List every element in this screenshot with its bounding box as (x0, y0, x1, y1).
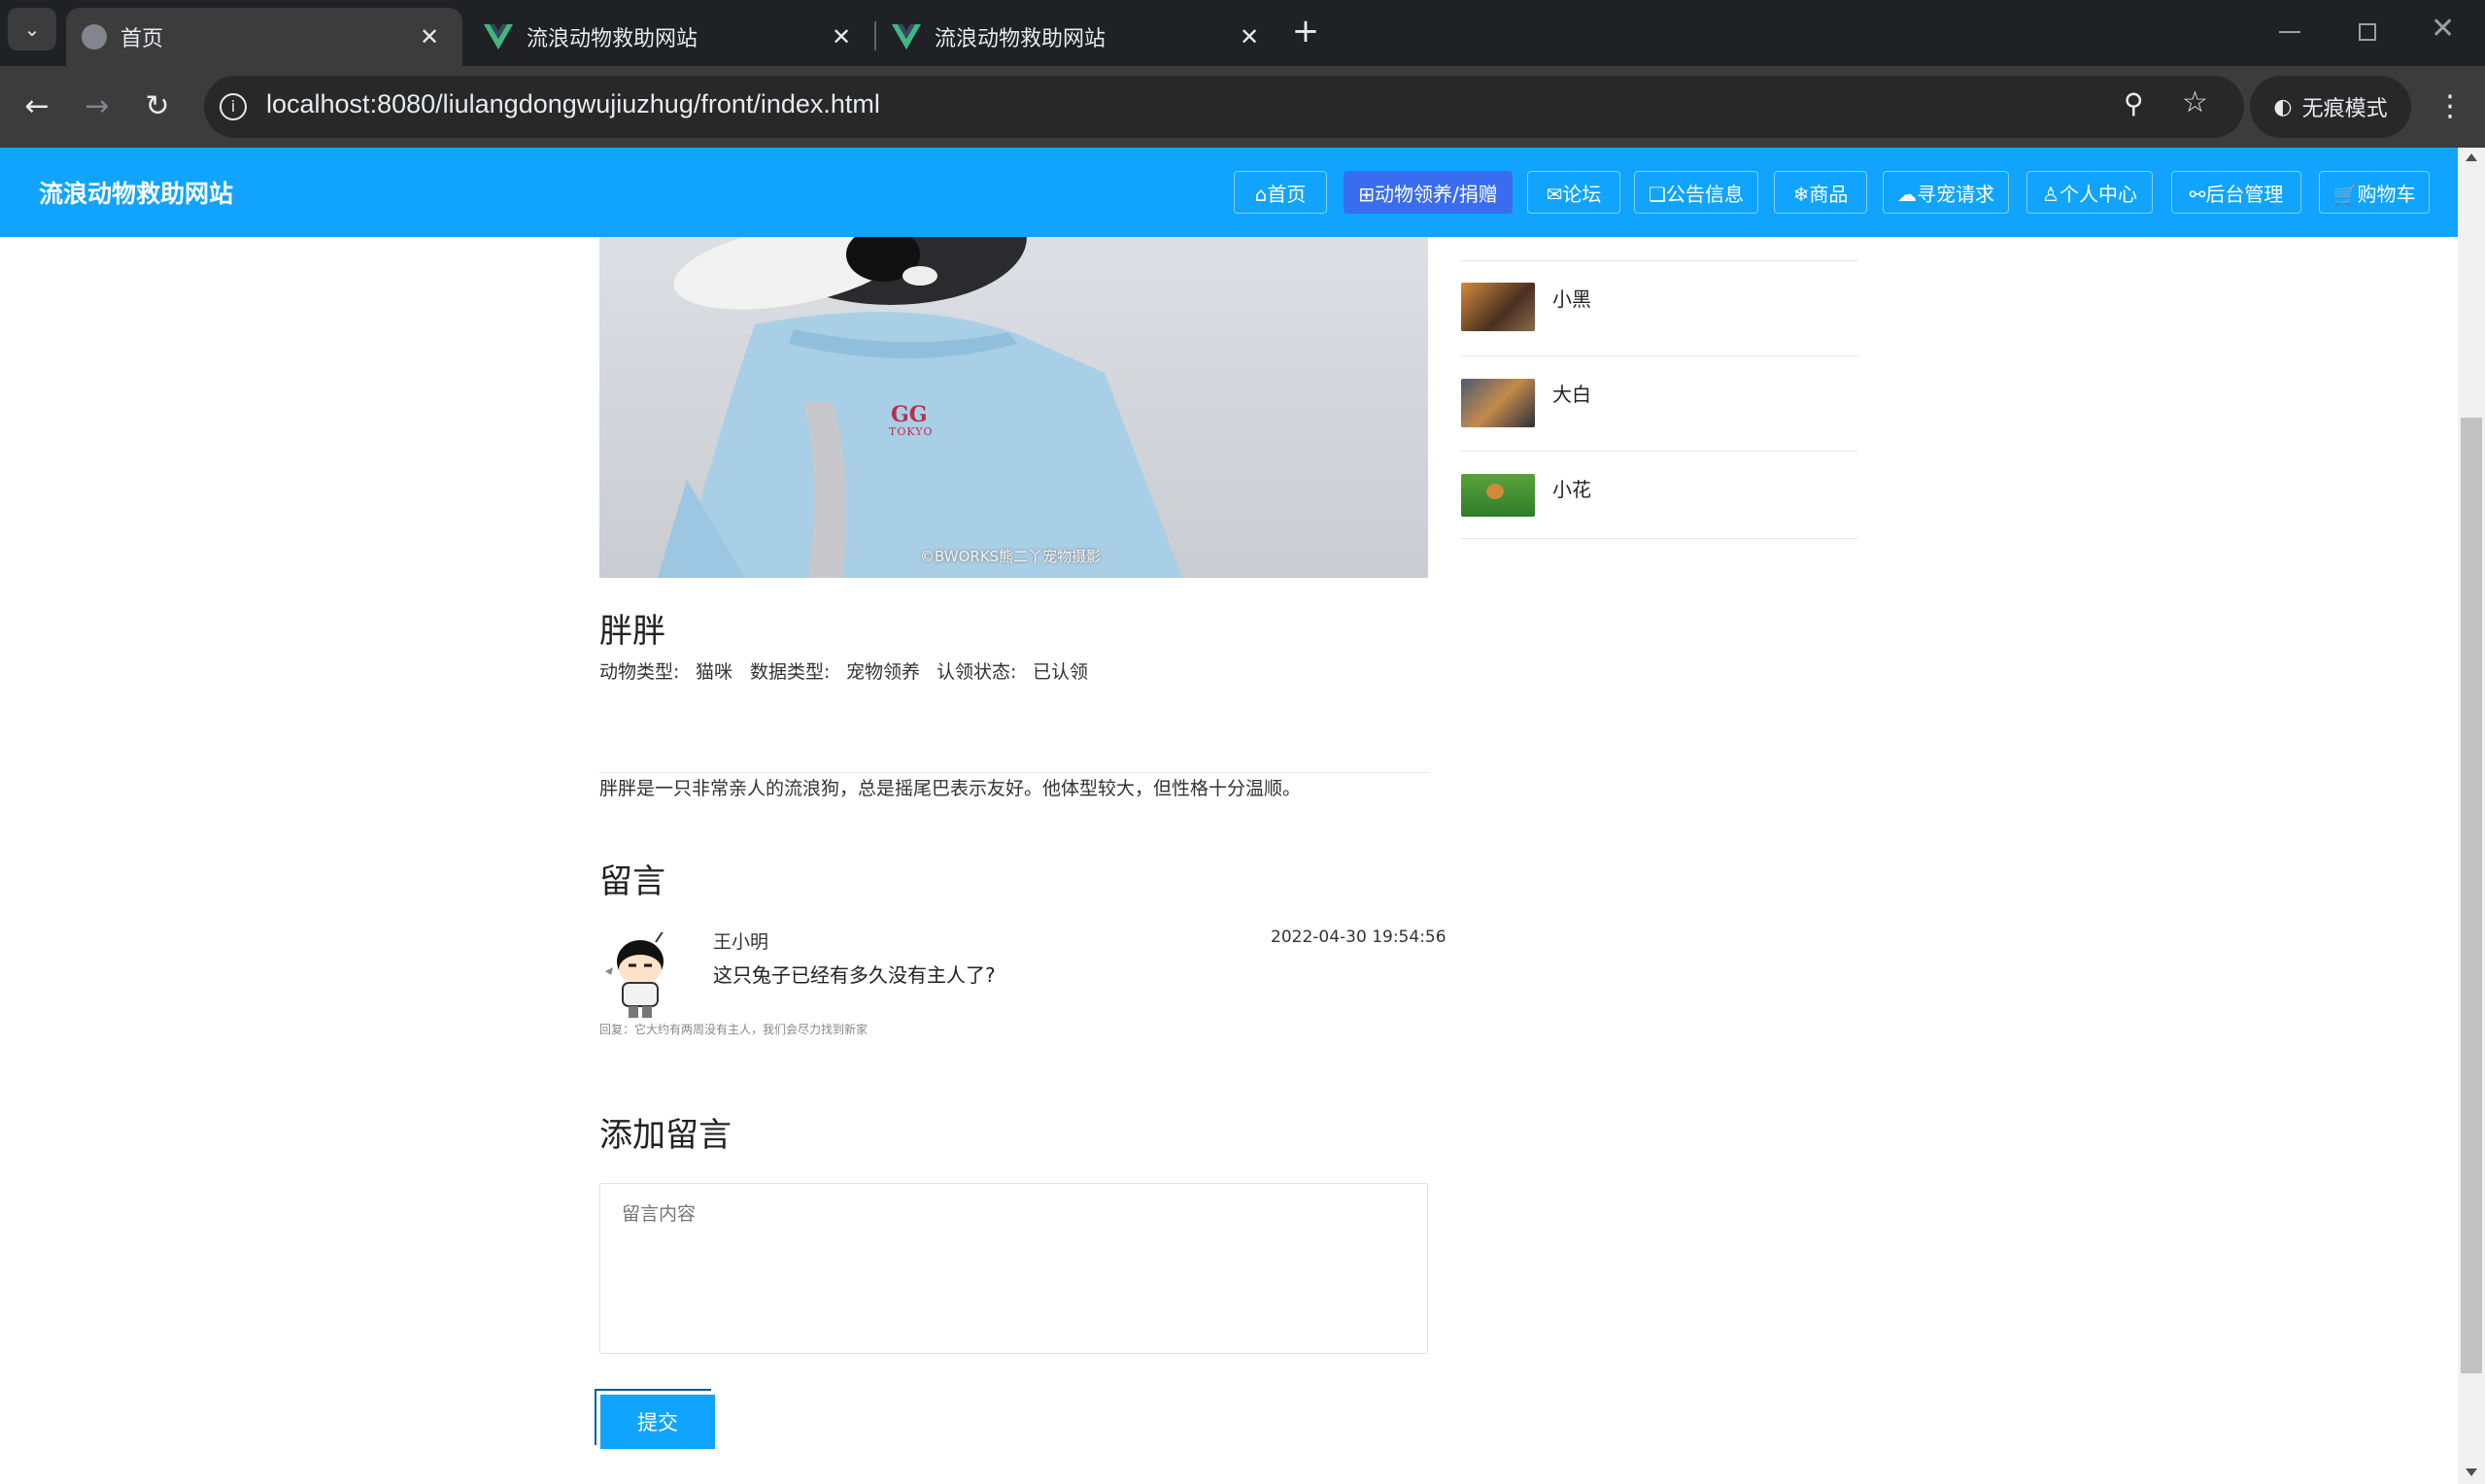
comment-text: 这只兔子已经有多久没有主人了? (713, 963, 996, 987)
sidebar-thumb-dabai[interactable] (1461, 379, 1535, 427)
site-header: 流浪动物救助网站 ⌂首页 ⊞动物领养/捐赠 ✉论坛 ❏公告信息 ❄商品 ☁寻宠请… (0, 148, 2458, 237)
address-bar[interactable]: i localhost:8080/liulangdongwujiuzhug/fr… (204, 76, 2244, 138)
browser-tab-home[interactable]: 首页 ✕ (66, 8, 462, 66)
tab-title: 流浪动物救助网站 (935, 27, 1106, 51)
status-label: 认领状态: (936, 661, 1017, 683)
detail-divider (599, 772, 1428, 773)
reload-icon[interactable]: ↻ (136, 85, 179, 128)
status-value: 已认领 (1033, 661, 1089, 683)
incognito-badge[interactable]: ◐ 无痕模式 (2250, 76, 2411, 138)
close-tab-icon[interactable]: ✕ (1236, 23, 1263, 51)
browser-tab-site[interactable]: 流浪动物救助网站 ✕ (884, 8, 1282, 66)
close-tab-icon[interactable]: ✕ (416, 23, 443, 51)
nav-admin[interactable]: ⚯后台管理 (2171, 171, 2301, 214)
comments-title: 留言 (599, 862, 665, 901)
browser-tab-strip: ⌄ 首页 ✕ 流浪动物救助网站 ✕ 流浪动物救助网站 ✕ + ✕ (0, 0, 2485, 66)
minimize-icon[interactable] (2279, 31, 2300, 33)
dog-illustration (658, 237, 1182, 578)
incognito-icon: ◐ (2273, 94, 2293, 119)
close-tab-icon[interactable]: ✕ (828, 23, 855, 51)
animal-name: 胖胖 (599, 612, 665, 651)
shirt-print-gg: GG (891, 402, 928, 427)
submit-button[interactable]: 提交 (600, 1395, 715, 1449)
new-tab-button[interactable]: + (1288, 12, 1323, 51)
tab-divider (874, 21, 876, 51)
tab-title: 流浪动物救助网站 (527, 27, 698, 51)
browser-menu-icon[interactable]: ⋮ (2429, 85, 2471, 128)
sidebar-divider (1461, 538, 1857, 539)
submit-button-wrap: 提交 (595, 1389, 715, 1449)
animal-description: 胖胖是一只非常亲人的流浪狗，总是摇尾巴表示友好。他体型较大，但性格十分温顺。 (599, 778, 1302, 799)
url-text[interactable]: localhost:8080/liulangdongwujiuzhug/fron… (266, 89, 880, 119)
comment-textarea[interactable] (599, 1183, 1428, 1354)
comment-timestamp: 2022-04-30 19:54:56 (1271, 928, 1447, 947)
animal-photo: GG TOKYO ©BWORKS熊二丫宠物摄影 (599, 237, 1428, 578)
browser-toolbar: ← → ↻ i localhost:8080/liulangdongwujiuz… (0, 66, 2485, 148)
sidebar-divider (1461, 451, 1857, 452)
sidebar-item-label[interactable]: 大白 (1552, 379, 1591, 407)
shirt-print-tokyo: TOKYO (889, 425, 934, 438)
comment-username: 王小明 (713, 931, 769, 953)
data-type-label: 数据类型: (750, 661, 831, 683)
avatar (605, 932, 664, 1018)
globe-icon (82, 24, 107, 50)
nav-goods[interactable]: ❄商品 (1774, 171, 1867, 214)
incognito-label: 无痕模式 (2301, 97, 2388, 121)
nav-home[interactable]: ⌂首页 (1234, 171, 1327, 214)
close-window-icon[interactable]: ✕ (2431, 12, 2455, 46)
sidebar-divider (1461, 260, 1857, 261)
type-value: 猫咪 (696, 661, 733, 683)
sidebar-thumb-dog-spot (1486, 484, 1504, 499)
site-title[interactable]: 流浪动物救助网站 (39, 175, 233, 210)
type-label: 动物类型: (599, 661, 680, 683)
forward-icon[interactable]: → (76, 85, 119, 128)
tab-title: 首页 (120, 27, 164, 51)
scroll-down-icon[interactable] (2466, 1468, 2477, 1476)
zoom-icon[interactable]: ⚲ (2124, 87, 2144, 119)
sidebar-item-label[interactable]: 小黑 (1552, 284, 1591, 312)
scroll-up-icon[interactable] (2466, 153, 2477, 161)
browser-tab-site[interactable]: 流浪动物救助网站 ✕ (476, 8, 874, 66)
bookmark-star-icon[interactable]: ☆ (2182, 85, 2208, 119)
add-comment-title: 添加留言 (599, 1116, 732, 1155)
scrollbar-thumb[interactable] (2461, 418, 2482, 1373)
nav-animal-adoption[interactable]: ⊞动物领养/捐赠 (1344, 171, 1513, 214)
comment-reply: 回复：它大约有两周没有主人，我们会尽力找到新家 (599, 1023, 868, 1036)
nav-personal-center[interactable]: ♙个人中心 (2026, 171, 2153, 214)
nav-announcements[interactable]: ❏公告信息 (1634, 171, 1758, 214)
data-type-value: 宠物领养 (846, 661, 921, 683)
sidebar-item-label[interactable]: 小花 (1552, 474, 1591, 502)
nav-pet-search[interactable]: ☁寻宠请求 (1883, 171, 2009, 214)
vue-logo-icon (484, 24, 513, 50)
tab-search-button[interactable]: ⌄ (8, 8, 56, 51)
sidebar-thumb-xiaohei[interactable] (1461, 283, 1535, 331)
vue-logo-icon (892, 24, 921, 50)
nav-cart[interactable]: 🛒购物车 (2319, 171, 2430, 214)
sidebar-divider (1461, 355, 1857, 356)
site-info-icon[interactable]: i (220, 93, 247, 120)
restore-icon[interactable] (2359, 23, 2376, 41)
nav-forum[interactable]: ✉论坛 (1527, 171, 1620, 214)
photo-watermark: ©BWORKS熊二丫宠物摄影 (920, 548, 1102, 565)
back-icon[interactable]: ← (16, 85, 58, 128)
